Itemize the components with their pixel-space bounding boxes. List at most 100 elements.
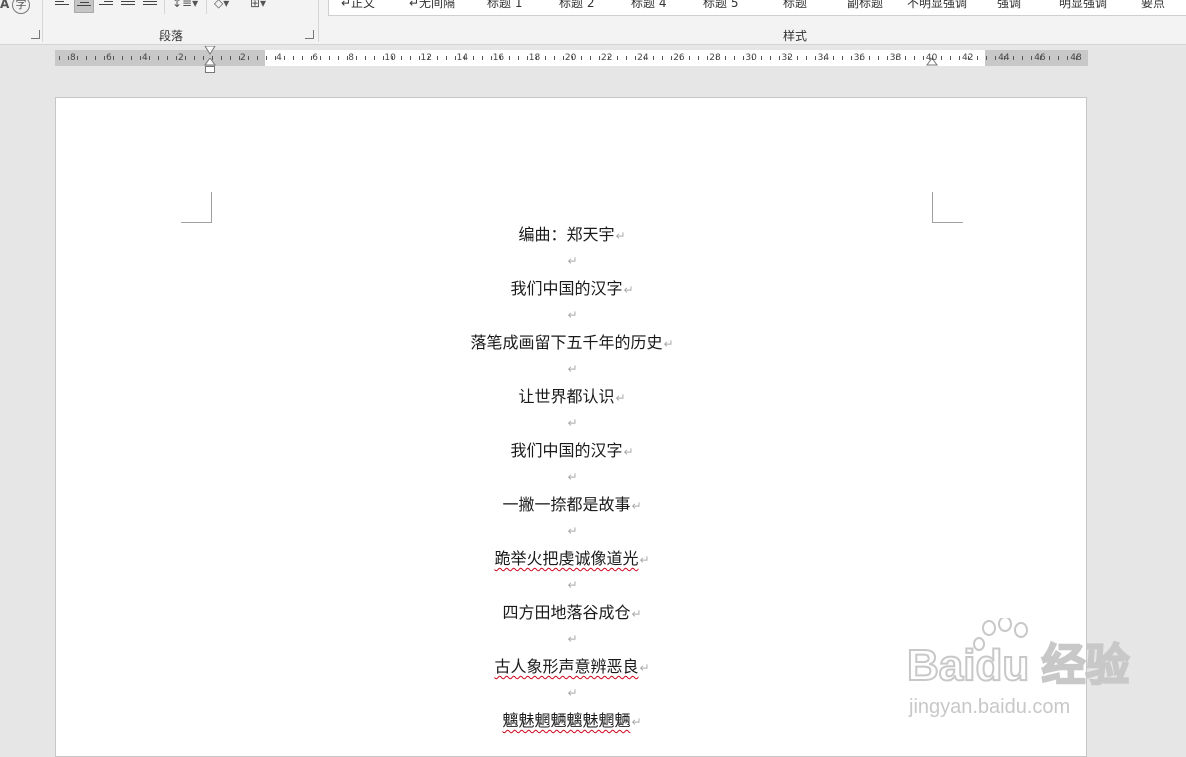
ruler-tick-mark bbox=[1022, 56, 1023, 60]
ruler-tick-mark bbox=[464, 56, 465, 60]
style-heading-4[interactable]: 标题 4 bbox=[631, 0, 666, 11]
empty-paragraph[interactable]: ↵ bbox=[56, 302, 1088, 329]
ruler-tick-mark bbox=[401, 56, 402, 60]
empty-paragraph[interactable]: ↵ bbox=[56, 410, 1088, 437]
ruler-tick-mark bbox=[536, 56, 537, 60]
ruler-tick-mark bbox=[131, 56, 132, 60]
ruler-tick-mark bbox=[932, 56, 933, 60]
ruler-tick-mark bbox=[158, 56, 159, 60]
font-dialog-launcher-icon[interactable] bbox=[31, 30, 40, 39]
document-body[interactable]: 编曲：郑天宇↵ ↵ 我们中国的汉字↵ ↵ 落笔成画留下五千年的历史↵ ↵ 让世界都认识↵ ↵ 我… bbox=[56, 221, 1088, 734]
paragraph-text: 让世界都认识 bbox=[518, 387, 615, 406]
style-title[interactable]: 标题 bbox=[783, 0, 807, 11]
document-paragraph[interactable]: 跪举火把虔诚像道光↵ bbox=[56, 545, 1088, 572]
style-strong[interactable]: 要点 bbox=[1141, 0, 1165, 11]
document-paragraph[interactable]: 一撇一捺都是故事↵ bbox=[56, 491, 1088, 518]
ruler-tick-mark bbox=[356, 56, 357, 60]
document-paragraph[interactable]: 魑魅魍魉魑魅魍魉↵ bbox=[56, 707, 1088, 734]
left-indent-marker[interactable] bbox=[205, 66, 215, 73]
borders-icon[interactable]: ⊞▾ bbox=[250, 0, 266, 9]
horizontal-ruler[interactable]: 8642246810121416182022242628303234363840… bbox=[55, 46, 1088, 73]
ruler-tick-mark bbox=[797, 56, 798, 60]
style-subtle-emphasis[interactable]: 不明显强调 bbox=[907, 0, 967, 11]
empty-paragraph[interactable]: ↵ bbox=[56, 248, 1088, 275]
ruler-tick-mark bbox=[410, 56, 411, 60]
document-paragraph[interactable]: 落笔成画留下五千年的历史↵ bbox=[56, 329, 1088, 356]
line-spacing-icon[interactable]: ↕≡▾ bbox=[172, 0, 198, 9]
align-left-button[interactable] bbox=[52, 0, 72, 13]
paragraph-mark-icon: ↵ bbox=[567, 632, 578, 646]
document-paragraph[interactable]: 四方田地落谷成仓↵ bbox=[56, 599, 1088, 626]
empty-paragraph[interactable]: ↵ bbox=[56, 518, 1088, 545]
ruler-tick-mark bbox=[779, 56, 780, 60]
document-paragraph[interactable]: 编曲：郑天宇↵ bbox=[56, 221, 1088, 248]
style-emphasis[interactable]: 强调 bbox=[997, 0, 1021, 11]
distributed-button[interactable] bbox=[140, 0, 160, 13]
style-normal[interactable]: ↵正文 bbox=[341, 0, 375, 11]
crop-mark-top-right bbox=[932, 192, 963, 223]
ruler-tick-label: 16 bbox=[492, 53, 505, 63]
distributed-icon bbox=[143, 0, 157, 5]
ruler-tick-mark bbox=[86, 56, 87, 60]
paragraph-mark-icon: ↵ bbox=[631, 499, 642, 513]
document-page[interactable]: 编曲：郑天宇↵ ↵ 我们中国的汉字↵ ↵ 落笔成画留下五千年的历史↵ ↵ 让世界都认识↵ ↵ 我… bbox=[55, 97, 1087, 757]
empty-paragraph[interactable]: ↵ bbox=[56, 356, 1088, 383]
paragraph-text: 古人象形声意辨恶良 bbox=[494, 657, 639, 676]
align-center-button[interactable] bbox=[74, 0, 94, 13]
style-heading-5[interactable]: 标题 5 bbox=[703, 0, 738, 11]
document-paragraph[interactable]: 我们中国的汉字↵ bbox=[56, 437, 1088, 464]
document-paragraph[interactable]: 让世界都认识↵ bbox=[56, 383, 1088, 410]
ruler-tick-mark bbox=[599, 56, 600, 60]
paragraph-text: 跪举火把虔诚像道光 bbox=[494, 549, 639, 568]
ruler-tick-mark bbox=[968, 56, 969, 60]
justify-icon bbox=[121, 0, 135, 5]
align-right-button[interactable] bbox=[96, 0, 116, 13]
ruler-tick-mark bbox=[95, 56, 96, 60]
paragraph-mark-icon: ↵ bbox=[567, 470, 578, 484]
ruler-tick-mark bbox=[734, 56, 735, 60]
ruler-tick-mark bbox=[176, 56, 177, 60]
style-subtitle[interactable]: 副标题 bbox=[847, 0, 883, 11]
ruler-tick-mark bbox=[1013, 56, 1014, 60]
enclose-character-icon[interactable]: 字 bbox=[12, 0, 30, 14]
ruler-tick-mark bbox=[302, 56, 303, 60]
group-separator bbox=[164, 0, 165, 14]
ruler-tick-mark bbox=[473, 56, 474, 60]
document-paragraph[interactable]: 我们中国的汉字↵ bbox=[56, 275, 1088, 302]
document-paragraph[interactable]: 古人象形声意辨恶良↵ bbox=[56, 653, 1088, 680]
justify-button[interactable] bbox=[118, 0, 138, 13]
ruler-tick-mark bbox=[815, 56, 816, 60]
ruler-tick-mark bbox=[662, 56, 663, 60]
ruler-tick-mark bbox=[140, 56, 141, 60]
styles-group-label: 样式 bbox=[783, 29, 808, 43]
style-intense-emphasis[interactable]: 明显强调 bbox=[1059, 0, 1107, 11]
ruler-tick-mark bbox=[455, 56, 456, 60]
ruler-tick-mark bbox=[1076, 56, 1077, 60]
ruler-tick-mark bbox=[149, 56, 150, 60]
ruler-tick-mark bbox=[428, 56, 429, 60]
ruler-tick-mark bbox=[482, 56, 483, 60]
styles-gallery[interactable]: ↵正文 ↵无间隔 标题 1 标题 2 标题 4 标题 5 标题 副标题 不明显强… bbox=[328, 0, 1186, 16]
first-line-indent-marker[interactable] bbox=[204, 46, 216, 56]
ruler-tick-mark bbox=[581, 56, 582, 60]
ruler-tick-mark bbox=[311, 56, 312, 60]
ruler-tick-mark bbox=[167, 56, 168, 60]
shading-icon[interactable]: ◇▾ bbox=[214, 0, 229, 9]
ruler-tick-mark bbox=[266, 56, 267, 60]
ruler-tick-label: 8 bbox=[348, 53, 355, 63]
empty-paragraph[interactable]: ↵ bbox=[56, 680, 1088, 707]
ruler-tick-mark bbox=[995, 56, 996, 60]
style-heading-1[interactable]: 标题 1 bbox=[487, 0, 522, 11]
empty-paragraph[interactable]: ↵ bbox=[56, 626, 1088, 653]
ruler-tick-mark bbox=[1004, 56, 1005, 60]
ruler-tick-mark bbox=[563, 56, 564, 60]
ruler-tick-label: 6 bbox=[312, 53, 318, 63]
font-color-icon[interactable]: A bbox=[0, 0, 9, 10]
style-no-spacing[interactable]: ↵无间隔 bbox=[409, 0, 455, 11]
paragraph-dialog-launcher-icon[interactable] bbox=[305, 30, 314, 39]
ruler-tick-mark bbox=[248, 56, 249, 60]
paragraph-mark-icon: ↵ bbox=[639, 661, 650, 675]
style-heading-2[interactable]: 标题 2 bbox=[559, 0, 594, 11]
empty-paragraph[interactable]: ↵ bbox=[56, 464, 1088, 491]
empty-paragraph[interactable]: ↵ bbox=[56, 572, 1088, 599]
